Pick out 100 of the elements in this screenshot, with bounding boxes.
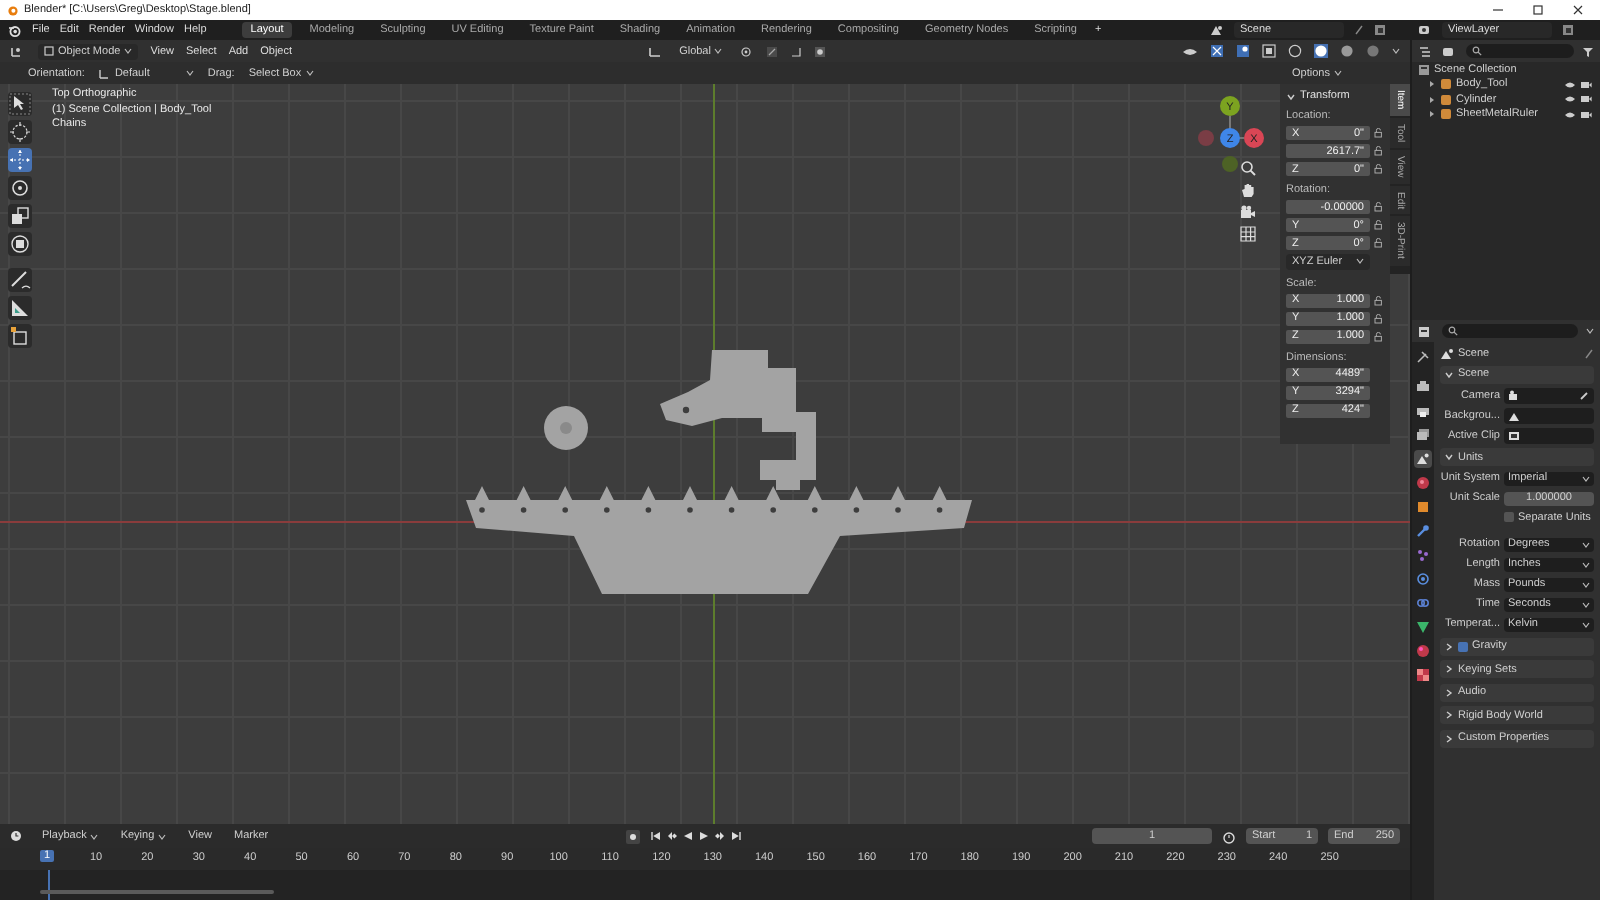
checkbox[interactable] <box>1504 512 1514 522</box>
search-icon <box>1472 46 1482 56</box>
rendered-shading-icon[interactable] <box>1366 44 1381 58</box>
filter-icon[interactable] <box>1582 45 1594 57</box>
properties-tab[interactable] <box>1414 348 1432 366</box>
rotate-tool[interactable] <box>8 176 32 200</box>
caret-icon <box>1582 581 1590 588</box>
chevron-icon[interactable] <box>1444 452 1454 462</box>
play-reverse-icon[interactable] <box>681 830 694 842</box>
camera-icon[interactable] <box>1580 79 1592 90</box>
lock-icon[interactable] <box>1374 146 1384 156</box>
object-field[interactable] <box>1504 388 1594 403</box>
grid-icon[interactable] <box>1240 226 1256 242</box>
caret-icon <box>305 70 314 76</box>
zoom-icon[interactable] <box>1240 160 1256 176</box>
blender-logo-icon[interactable] <box>8 23 22 37</box>
x-ray-icon[interactable] <box>1262 44 1277 58</box>
outliner-icon[interactable] <box>1418 45 1434 57</box>
copy-icon[interactable] <box>1562 24 1574 36</box>
clock-icon[interactable] <box>10 830 26 842</box>
lock-icon[interactable] <box>1374 295 1384 305</box>
camera-icon[interactable] <box>1240 204 1256 220</box>
properties-tab[interactable] <box>1414 618 1432 636</box>
play-icon[interactable] <box>697 830 710 842</box>
lock-icon[interactable] <box>1374 220 1384 230</box>
pivot-icon[interactable] <box>740 45 755 57</box>
lock-icon[interactable] <box>1374 238 1384 248</box>
scale-tool[interactable] <box>8 204 32 228</box>
skip-to-end-icon[interactable] <box>729 830 742 842</box>
properties-tab[interactable] <box>1414 474 1432 492</box>
magnet-icon[interactable] <box>766 45 779 57</box>
gizmo-icon[interactable] <box>1210 44 1225 58</box>
object-field[interactable] <box>1504 428 1594 443</box>
caret-icon <box>1582 561 1590 568</box>
axes-icon[interactable] <box>10 45 26 57</box>
record-button[interactable] <box>625 829 640 843</box>
scene-icon[interactable] <box>1210 24 1224 36</box>
chevron-icon[interactable] <box>1444 710 1454 720</box>
gizmo-negative-x-handle[interactable] <box>1198 130 1214 146</box>
copy-icon[interactable] <box>1374 24 1386 36</box>
lock-icon[interactable] <box>1374 202 1384 212</box>
eye-icon[interactable] <box>1182 45 1199 57</box>
properties-tab[interactable] <box>1414 498 1432 516</box>
checkbox[interactable] <box>1458 641 1468 651</box>
solid-shading-icon[interactable] <box>1314 44 1329 58</box>
move-tool[interactable] <box>8 148 32 172</box>
hand-icon[interactable] <box>1240 182 1256 198</box>
image-stack-icon[interactable] <box>1418 24 1432 36</box>
properties-tab[interactable] <box>1414 402 1432 420</box>
caret-icon <box>1582 601 1590 608</box>
lock-icon[interactable] <box>1374 128 1384 138</box>
properties-tab[interactable] <box>1414 378 1432 396</box>
lock-icon[interactable] <box>1374 331 1384 341</box>
lock-icon[interactable] <box>1374 313 1384 323</box>
eyedropper-icon[interactable] <box>1580 390 1590 401</box>
minimize-icon[interactable] <box>1492 4 1504 16</box>
pin-icon[interactable] <box>1584 348 1594 360</box>
select-box-tool[interactable] <box>8 92 32 116</box>
pin-icon[interactable] <box>1354 24 1364 36</box>
caret-icon <box>1586 328 1594 334</box>
caret-icon <box>1582 475 1590 482</box>
properties-tab[interactable] <box>1414 450 1432 468</box>
object-field[interactable] <box>1504 408 1594 423</box>
camera-icon[interactable] <box>1580 109 1592 120</box>
camera-icon <box>1508 389 1520 402</box>
annotate-tool[interactable] <box>8 268 32 292</box>
previous-keyframe-icon[interactable] <box>665 830 678 842</box>
measure-tool[interactable] <box>8 296 32 320</box>
search-field[interactable] <box>1442 324 1578 338</box>
search-field[interactable] <box>1466 44 1574 58</box>
wireframe-shading-icon[interactable] <box>1288 44 1303 58</box>
viewport[interactable] <box>0 84 1410 824</box>
chevron-icon[interactable] <box>1444 369 1454 379</box>
overlays-icon[interactable] <box>1236 44 1251 58</box>
close-icon[interactable] <box>1572 4 1584 16</box>
stopwatch-icon[interactable] <box>1222 829 1237 843</box>
proportional-icon[interactable] <box>814 45 827 57</box>
maximize-icon[interactable] <box>1532 4 1544 16</box>
chevron-icon[interactable] <box>1444 733 1454 743</box>
camera-icon[interactable] <box>1580 94 1592 105</box>
chevron-icon[interactable] <box>1444 641 1454 651</box>
caret-icon <box>90 833 99 839</box>
properties-tab[interactable] <box>1414 666 1432 684</box>
snap-icon[interactable] <box>790 45 803 57</box>
scrollbar[interactable] <box>40 890 274 894</box>
add-cube-tool[interactable] <box>8 324 32 348</box>
next-keyframe-icon[interactable] <box>713 830 726 842</box>
gizmo-negative-y-handle[interactable] <box>1222 156 1238 172</box>
chevron-icon[interactable] <box>1286 91 1296 101</box>
chevron-icon[interactable] <box>1444 687 1454 697</box>
display-mode-icon[interactable] <box>1442 45 1458 57</box>
properties-icon[interactable] <box>1418 325 1434 337</box>
skip-to-start-icon[interactable] <box>649 830 662 842</box>
properties-tab[interactable] <box>1414 426 1432 444</box>
transform-tool[interactable] <box>8 232 32 256</box>
material-shading-icon[interactable] <box>1340 44 1355 58</box>
cursor-tool[interactable] <box>8 120 32 144</box>
lock-icon[interactable] <box>1374 164 1384 174</box>
chevron-icon[interactable] <box>1444 664 1454 674</box>
orientation-icon[interactable] <box>647 45 662 57</box>
